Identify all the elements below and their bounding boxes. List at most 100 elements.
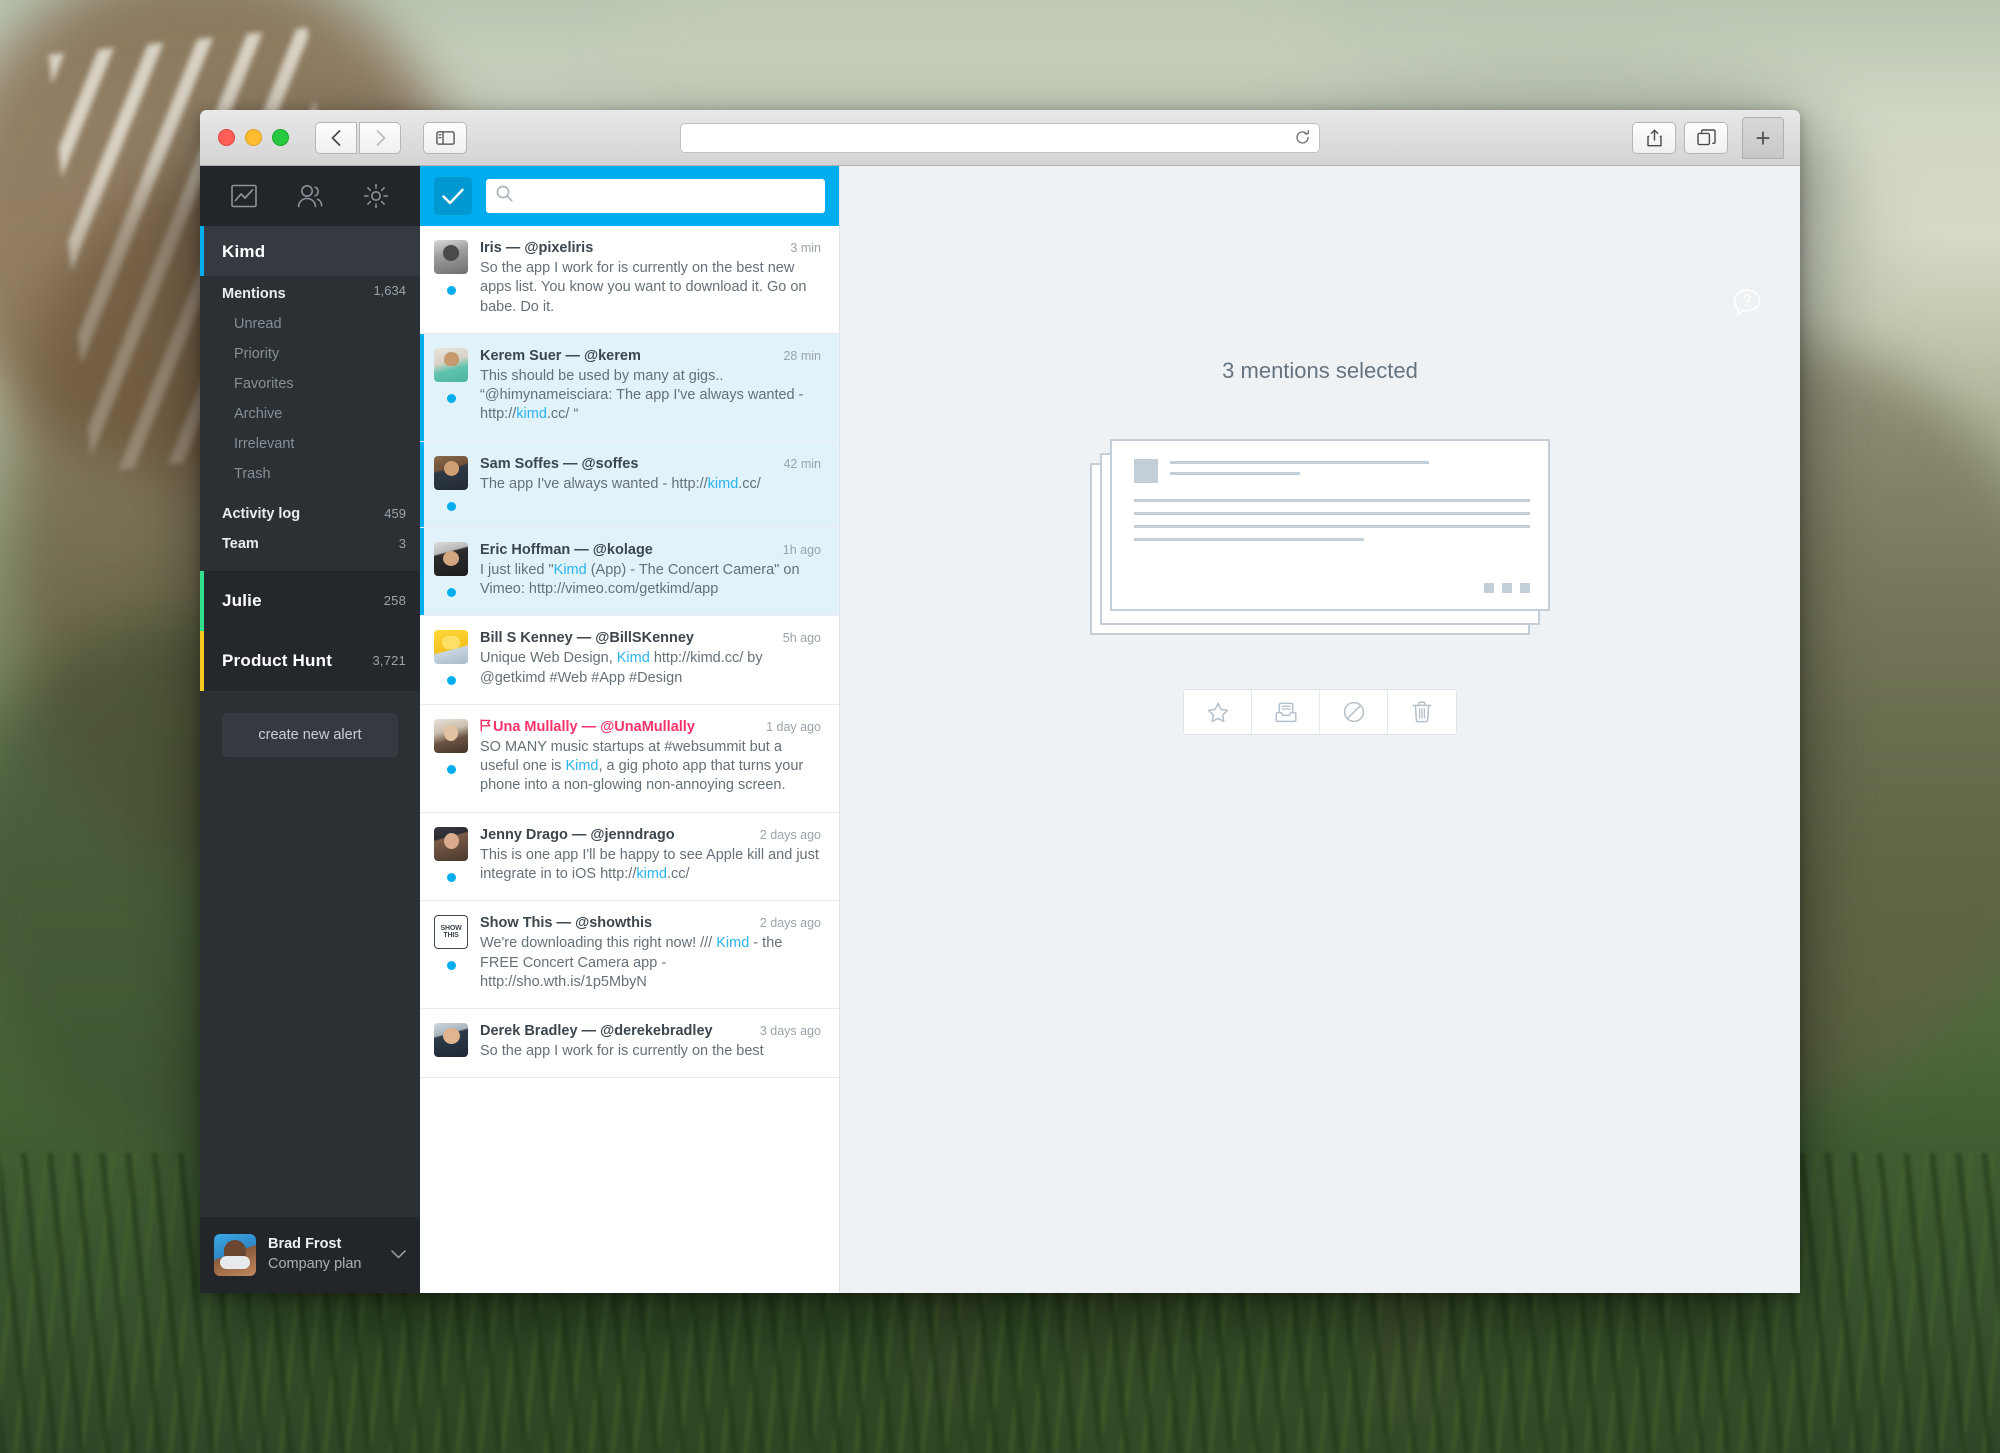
mention-link[interactable]: Kimd: [565, 758, 598, 774]
mention-row[interactable]: Kerem Suer — @kerem 28 min This should be …: [420, 333, 839, 442]
mention-row[interactable]: Iris — @pixeliris 3 min So the app I work …: [420, 226, 839, 334]
forward-button[interactable]: [359, 121, 401, 154]
close-button[interactable]: [218, 129, 235, 146]
new-tab-button[interactable]: +: [1742, 116, 1784, 159]
mention-row-header: Show This — @showthis 2 days ago: [480, 915, 821, 931]
mention-handle: @pixeliris: [524, 240, 594, 256]
sidebar-item-favorites[interactable]: Favorites: [200, 369, 420, 399]
show-tabs-button[interactable]: [1684, 121, 1728, 154]
mention-timestamp: 1 day ago: [766, 719, 821, 734]
irrelevant-button[interactable]: [1320, 690, 1388, 734]
mention-row-left: [434, 347, 468, 425]
mention-link[interactable]: Kimd: [617, 650, 650, 666]
mention-row[interactable]: Eric Hoffman — @kolage 1h ago I just liked…: [420, 527, 839, 617]
settings-icon[interactable]: [363, 183, 389, 209]
help-button[interactable]: [1732, 288, 1762, 323]
mention-row-main: Iris — @pixeliris 3 min So the app I work …: [480, 240, 821, 317]
flag-icon: [480, 719, 491, 735]
search-input[interactable]: [521, 188, 815, 204]
sidebar-item-irrelevant[interactable]: Irrelevant: [200, 429, 420, 459]
mention-link[interactable]: kimd: [636, 866, 667, 882]
mention-handle: @kolage: [592, 541, 653, 558]
mention-row[interactable]: Sam Soffes — @soffes 42 min The app I've a…: [420, 441, 839, 528]
mention-list[interactable]: Iris — @pixeliris 3 min So the app I work …: [420, 226, 839, 1293]
alert-accent-bar: [200, 571, 204, 631]
avatar-art: [434, 541, 468, 576]
minimize-button[interactable]: [245, 129, 262, 146]
mention-row-header: Una Mullally — @UnaMullally 1 day ago: [480, 719, 821, 735]
search-field[interactable]: [486, 179, 825, 213]
mention-row[interactable]: Jenny Drago — @jenndrago 2 days ago This i…: [420, 812, 839, 902]
sidebar-alert-kimd: Kimd Mentions 1,634 Unread Priority Favo…: [200, 226, 420, 571]
unread-indicator: [446, 764, 456, 774]
mention-link[interactable]: Kimd: [716, 935, 749, 951]
archive-button[interactable]: [1252, 690, 1320, 734]
zoom-button[interactable]: [272, 129, 289, 146]
mention-text: We're downloading this right now! /// Ki…: [480, 935, 783, 990]
mention-timestamp: 2 days ago: [759, 827, 821, 842]
mention-text: I just liked "Kimd (App) - The Concert C…: [480, 561, 800, 597]
mention-link[interactable]: kimd: [708, 476, 739, 492]
favorite-button[interactable]: [1184, 690, 1252, 734]
sidebar-item-label: Trash: [234, 466, 271, 482]
mention-text: This is one app I'll be happy to see App…: [480, 846, 819, 882]
delete-button[interactable]: [1388, 690, 1456, 734]
contacts-icon[interactable]: [296, 184, 324, 208]
avatar-art: [434, 240, 468, 274]
mention-timestamp: 3 min: [790, 241, 821, 255]
mention-row[interactable]: Bill S Kenney — @BillSKenney 5h ago Unique…: [420, 616, 839, 705]
mention-row-main: Sam Soffes — @soffes 42 min The app I've a…: [480, 456, 821, 511]
analytics-icon[interactable]: [231, 184, 258, 208]
sidebar-item-activity-log[interactable]: Activity log 459: [200, 499, 420, 529]
sidebar-item-unread[interactable]: Unread: [200, 309, 420, 339]
mention-author: Eric Hoffman — @kolage: [480, 541, 653, 558]
sidebar-item-priority[interactable]: Priority: [200, 339, 420, 369]
avatar: SHOW THIS: [434, 915, 468, 950]
card-placeholder: [1110, 439, 1550, 611]
detail-pane: 3 mentions selected: [840, 166, 1800, 1293]
select-all-checkbox[interactable]: [434, 177, 472, 215]
sidebar-item-count: 1,634: [373, 283, 406, 298]
avatar-art: [434, 455, 468, 490]
alert-header-kimd[interactable]: Kimd: [200, 226, 420, 276]
sidebar-alert-product-hunt[interactable]: Product Hunt 3,721: [200, 631, 420, 691]
mention-text: The app I've always wanted - http://kimd…: [480, 475, 761, 492]
account-footer[interactable]: Brad Frost Company plan: [200, 1217, 420, 1293]
account-info: Brad Frost Company plan: [268, 1235, 379, 1274]
sidebar-alert-julie[interactable]: Julie 258: [200, 571, 420, 631]
alert-count: 258: [383, 593, 406, 608]
mention-row-main: Una Mullally — @UnaMullally 1 day ago SO M…: [480, 719, 821, 796]
mention-text: So the app I work for is currently on th…: [480, 1043, 764, 1060]
mention-row[interactable]: Una Mullally — @UnaMullally 1 day ago SO M…: [420, 704, 839, 813]
desktop-wallpaper: + Kimd Mentions 1,634 Unread Priority Fa…: [0, 0, 2000, 1453]
sidebar-icon-bar: [200, 166, 420, 226]
avatar-art: [434, 630, 468, 665]
sidebar-toggle-button[interactable]: [423, 121, 467, 154]
unread-indicator: [446, 587, 456, 597]
unread-indicator: [446, 501, 456, 511]
mention-handle: @derekebradley: [600, 1023, 713, 1040]
mention-row[interactable]: SHOW THIS Show This — @showthis 2 days ago…: [420, 901, 839, 1010]
mention-link[interactable]: Kimd: [554, 562, 587, 578]
avatar: [434, 347, 468, 382]
mention-link[interactable]: kimd: [516, 406, 547, 422]
sidebar-item-trash[interactable]: Trash: [200, 459, 420, 489]
address-bar[interactable]: [680, 122, 1320, 153]
mention-row-main: Kerem Suer — @kerem 28 min This should be …: [480, 348, 821, 425]
reload-icon[interactable]: [1295, 130, 1310, 145]
back-button[interactable]: [315, 121, 357, 154]
create-new-alert-button[interactable]: create new alert: [222, 713, 398, 757]
selection-title: 3 mentions selected: [1222, 358, 1418, 383]
bulk-action-bar: [1183, 689, 1457, 735]
sidebar-item-label: Archive: [234, 406, 283, 422]
chevron-down-icon[interactable]: [391, 1246, 406, 1264]
sidebar-item-team[interactable]: Team 3: [200, 529, 420, 559]
mention-row[interactable]: Derek Bradley — @derekebradley 3 days ago…: [420, 1009, 839, 1079]
sidebar-item-mentions[interactable]: Mentions 1,634: [200, 276, 420, 309]
sidebar-item-archive[interactable]: Archive: [200, 399, 420, 429]
navigation-button-group: [315, 121, 401, 154]
mention-timestamp: 3 days ago: [759, 1024, 821, 1039]
sidebar-item-label: Priority: [234, 346, 280, 362]
share-button[interactable]: [1632, 121, 1676, 154]
mention-row-left: [434, 718, 468, 796]
